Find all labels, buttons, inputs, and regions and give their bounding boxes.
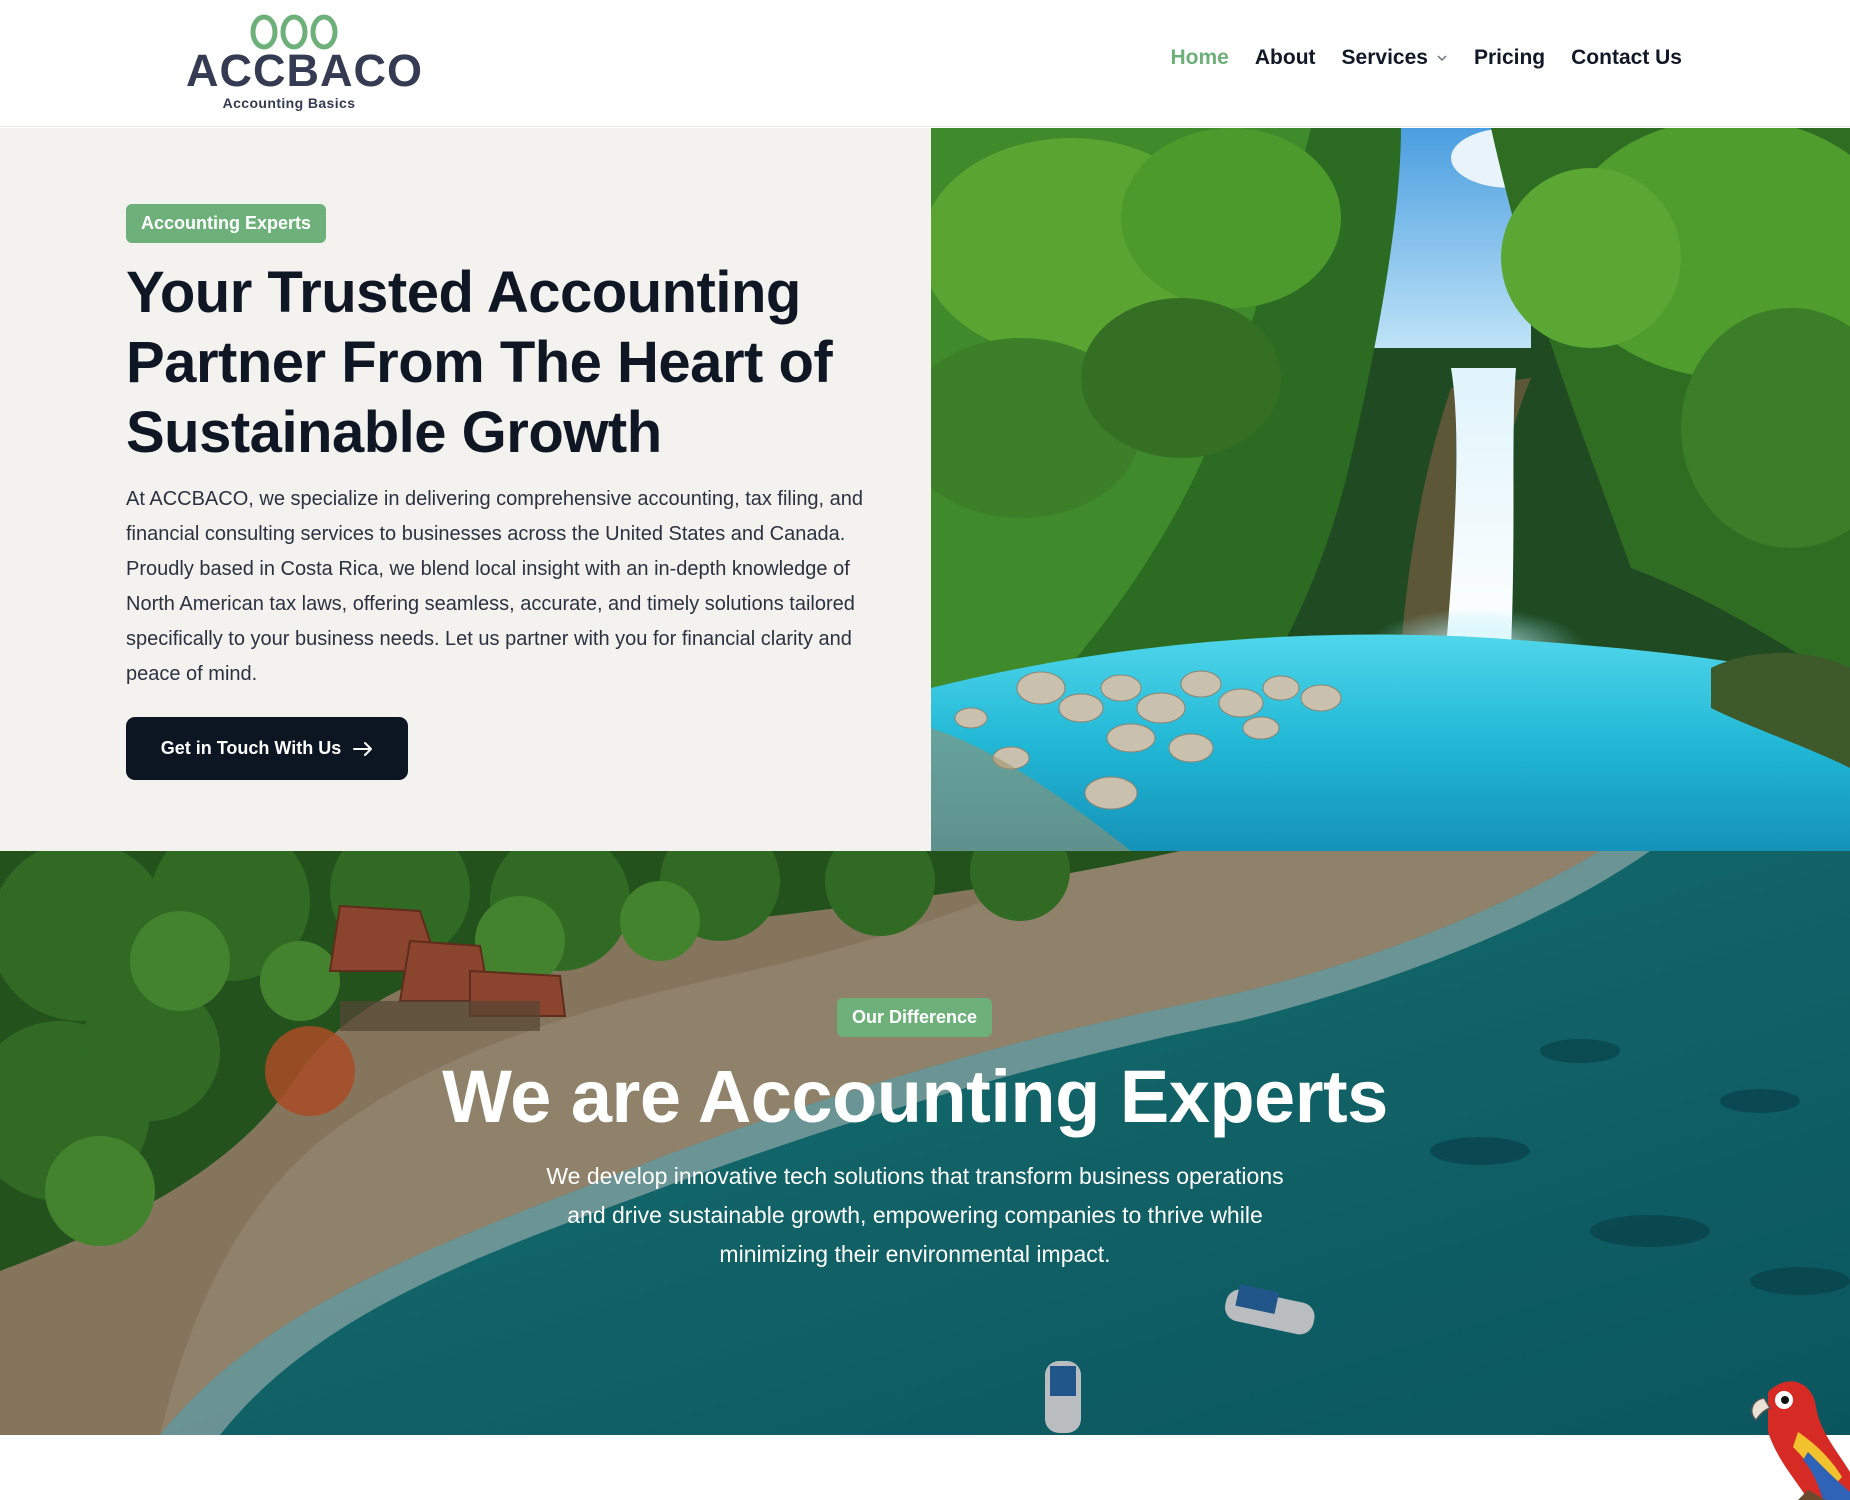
- logo-tagline: Accounting Basics: [222, 95, 356, 111]
- aerial-beach-image: [0, 851, 1850, 1435]
- difference-description: We develop innovative tech solutions tha…: [546, 1163, 1284, 1267]
- hero-description: At ACCBACO, we specialize in delivering …: [126, 488, 864, 685]
- nav-item-pricing[interactable]: Pricing: [1474, 46, 1545, 70]
- nav-item-label: Services: [1341, 46, 1428, 69]
- chevron-down-icon: [1437, 55, 1447, 62]
- difference-title: We are Accounting Experts: [442, 1055, 1388, 1138]
- nav-item-label: Home: [1170, 46, 1229, 69]
- hero-title: Your Trusted Accounting Partner From The…: [126, 260, 833, 465]
- waterfall-image: [931, 128, 1850, 851]
- nav-item-label: Contact Us: [1571, 46, 1682, 69]
- nav-item-about[interactable]: About: [1255, 46, 1316, 70]
- difference-badge: Our Difference: [837, 998, 993, 1037]
- brand-logo[interactable]: ACCBACO Accounting Basics: [186, 8, 423, 116]
- logo-wordmark: ACCBACO: [186, 45, 423, 96]
- cta-label: Get in Touch With Us: [160, 738, 342, 758]
- nav-item-label: Pricing: [1473, 46, 1546, 69]
- waterfall-illustration: [931, 128, 1850, 851]
- nav-item-home[interactable]: Home: [1171, 46, 1229, 70]
- nav-item-services[interactable]: Services: [1342, 46, 1448, 70]
- site-header: ACCBACO Accounting Basics Home About Ser…: [0, 0, 1850, 127]
- hero-badge: Accounting Experts: [126, 204, 327, 243]
- main-nav: Home About Services Pricing Contact Us: [1171, 46, 1682, 70]
- nav-item-contact[interactable]: Contact Us: [1571, 46, 1682, 70]
- nav-item-label: About: [1254, 46, 1316, 69]
- parrot-icon: [1751, 1381, 1850, 1500]
- section-overlay: [0, 851, 1850, 1435]
- arrow-right-icon: [353, 741, 373, 756]
- get-in-touch-button[interactable]: Get in Touch With Us: [126, 717, 408, 780]
